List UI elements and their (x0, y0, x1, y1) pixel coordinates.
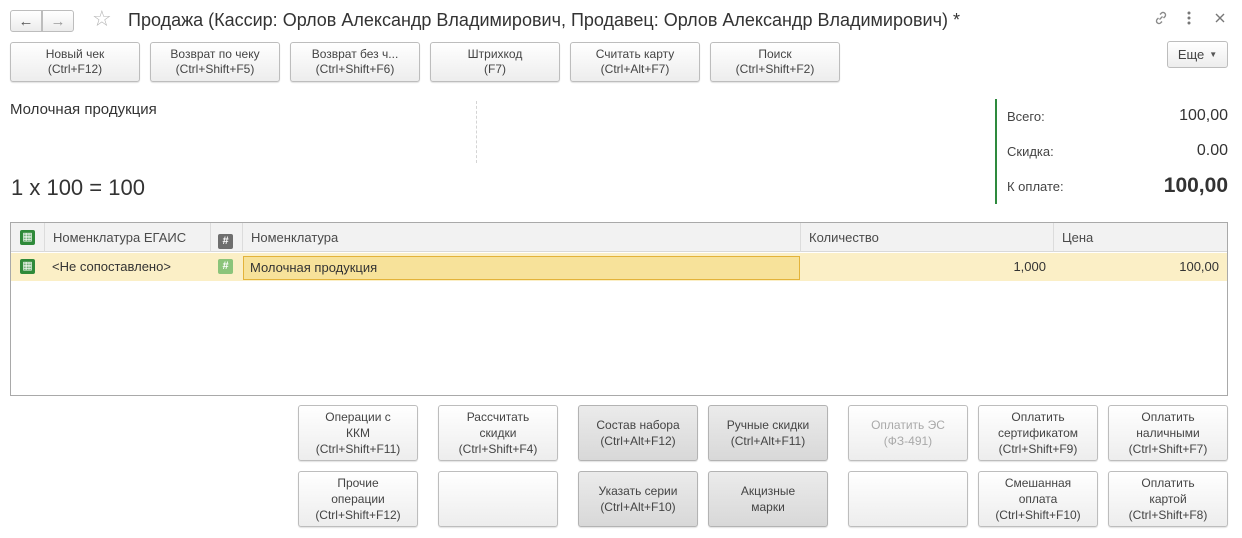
cell-price: 100,00 (1179, 259, 1219, 274)
title-bar: ← → ☆ Продажа (Кассир: Орлов Александр В… (0, 0, 1242, 40)
hash-icon: # (218, 234, 233, 249)
totals-accent-bar (995, 99, 997, 204)
pay-es-button[interactable]: Оплатить ЭС (ФЗ-491) (848, 405, 968, 461)
calculate-discounts-button[interactable]: Рассчитать скидки (Ctrl+Shift+F4) (438, 405, 558, 461)
discount-value: 0.00 (1196, 142, 1228, 159)
cell-nomenclature[interactable]: Молочная продукция (243, 256, 800, 280)
empty-button[interactable] (848, 471, 968, 527)
specify-series-button[interactable]: Указать серии (Ctrl+Alt+F10) (578, 471, 698, 527)
total-value: 100,00 (1179, 107, 1228, 124)
cell-quantity: 1,000 (1013, 259, 1046, 274)
search-button[interactable]: Поиск (Ctrl+Shift+F2) (710, 42, 840, 82)
items-table[interactable]: ▦ Номенклатура ЕГАИС # Номенклатура Коли… (10, 222, 1228, 396)
line-formula: 1 x 100 = 100 (11, 175, 145, 200)
egais-icon: ▦ (20, 259, 35, 274)
pay-cash-button[interactable]: Оплатить наличными (Ctrl+Shift+F7) (1108, 405, 1228, 461)
total-label: Всего: (1007, 109, 1045, 124)
empty-button[interactable] (438, 471, 558, 527)
back-button[interactable]: ← (10, 10, 42, 32)
column-header-nomenclature[interactable]: Номенклатура (242, 223, 800, 252)
current-product-name: Молочная продукция (10, 101, 157, 118)
new-receipt-button[interactable]: Новый чек (Ctrl+F12) (10, 42, 140, 82)
kit-composition-button[interactable]: Состав набора (Ctrl+Alt+F12) (578, 405, 698, 461)
pay-card-button[interactable]: Оплатить картой (Ctrl+Shift+F8) (1108, 471, 1228, 527)
excise-marks-button[interactable]: Акцизные марки (708, 471, 828, 527)
mixed-payment-button[interactable]: Смешанная оплата (Ctrl+Shift+F10) (978, 471, 1098, 527)
column-header-quantity[interactable]: Количество (800, 223, 1053, 252)
column-header-marking[interactable]: # (210, 223, 242, 252)
more-menu-button[interactable]: Еще ▼ (1167, 41, 1228, 68)
link-icon[interactable] (1153, 10, 1169, 30)
column-header-egais[interactable]: Номенклатура ЕГАИС (44, 223, 210, 252)
to-pay-label: К оплате: (1007, 179, 1064, 194)
read-card-button[interactable]: Считать карту (Ctrl+Alt+F7) (570, 42, 700, 82)
to-pay-value: 100,00 (1163, 174, 1228, 197)
discount-label: Скидка: (1007, 144, 1054, 159)
pay-certificate-button[interactable]: Оплатить сертификатом (Ctrl+Shift+F9) (978, 405, 1098, 461)
forward-button[interactable]: → (42, 10, 74, 32)
cell-egais: <Не сопоставлено> (52, 259, 171, 274)
barcode-button[interactable]: Штрихкод (F7) (430, 42, 560, 82)
arrow-right-icon: → (50, 12, 66, 30)
chevron-down-icon: ▼ (1209, 50, 1218, 59)
table-row[interactable]: ▦ <Не сопоставлено> # Молочная продукция… (11, 253, 1227, 281)
return-by-receipt-button[interactable]: Возврат по чеку (Ctrl+Shift+F5) (150, 42, 280, 82)
manual-discounts-button[interactable]: Ручные скидки (Ctrl+Alt+F11) (708, 405, 828, 461)
window-title: Продажа (Кассир: Орлов Александр Владими… (128, 10, 960, 30)
table-header: ▦ Номенклатура ЕГАИС # Номенклатура Коли… (11, 223, 1227, 252)
column-header-price[interactable]: Цена (1053, 223, 1227, 252)
close-icon[interactable] (1214, 9, 1226, 31)
divider (476, 101, 477, 163)
return-without-receipt-button[interactable]: Возврат без ч... (Ctrl+Shift+F6) (290, 42, 420, 82)
arrow-left-icon: ← (18, 12, 34, 30)
other-operations-button[interactable]: Прочие операции (Ctrl+Shift+F12) (298, 471, 418, 527)
kkm-operations-button[interactable]: Операции с ККМ (Ctrl+Shift+F11) (298, 405, 418, 461)
star-icon[interactable]: ☆ (92, 6, 112, 32)
marking-icon: # (218, 259, 233, 274)
egais-icon: ▦ (20, 230, 35, 245)
more-vert-icon[interactable] (1186, 9, 1192, 31)
